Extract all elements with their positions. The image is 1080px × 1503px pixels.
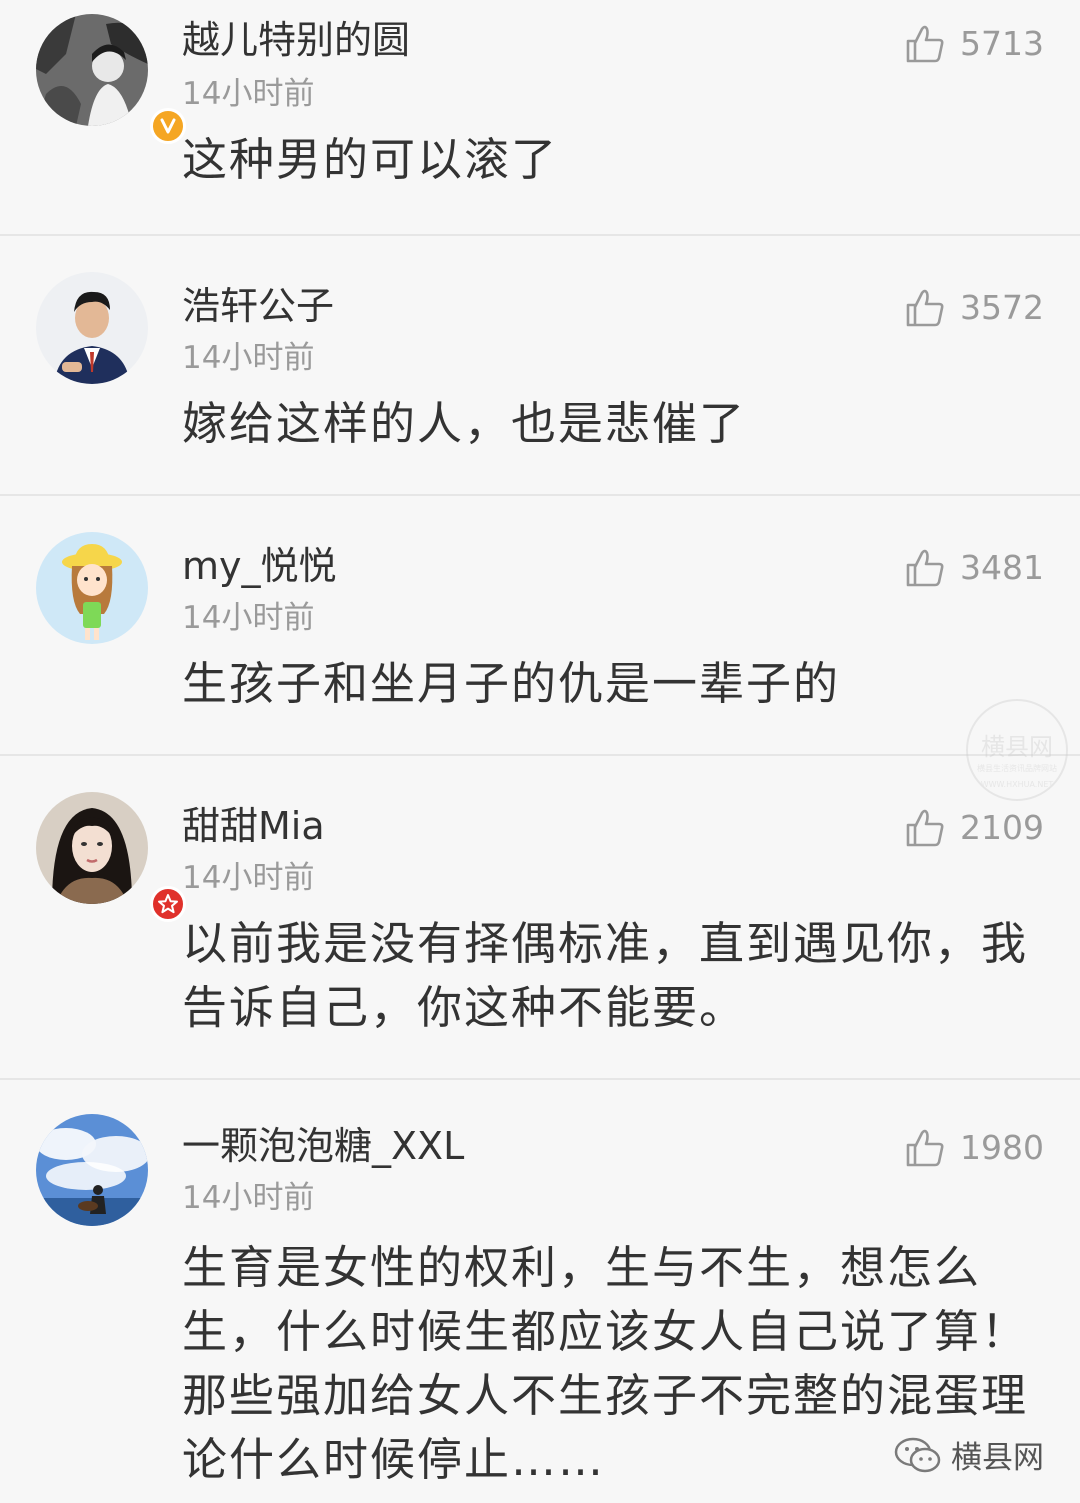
avatar-cartoon-icon [36,532,148,644]
like-button[interactable]: 5713 [904,18,1044,70]
like-count: 5713 [960,24,1044,63]
comment-time: 14小时前 [182,76,315,112]
comment-time: 14小时前 [182,860,315,896]
comment-item: my_悦悦 14小时前 3481 生孩子和坐月子的仇是一辈子的 [0,496,1080,756]
username[interactable]: my_悦悦 [182,540,337,592]
thumbs-up-icon [906,809,944,847]
username[interactable]: 浩轩公子 [182,280,334,332]
wechat-icon [894,1437,941,1472]
comment-text: 生孩子和坐月子的仇是一辈子的 [182,657,841,710]
avatar[interactable] [36,532,148,644]
comment-time: 14小时前 [182,600,315,636]
thumbs-up-icon [906,25,944,63]
stamp-url: WWW.HXHUA.NET [981,780,1054,789]
avatar[interactable] [36,14,186,144]
thumbs-up-icon [906,289,944,327]
username[interactable]: 一颗泡泡糖_XXL [182,1120,464,1172]
avatar-photo-icon [36,272,148,384]
username[interactable]: 甜甜Mia [182,800,325,852]
stamp-subtitle: 横县生活资讯品牌网站 [977,763,1057,773]
like-button[interactable]: 3572 [904,282,1044,334]
avatar-photo-icon [36,792,148,904]
comment-time: 14小时前 [182,340,315,376]
brand-name: 横县网 [951,1440,1044,1476]
avatar-photo-icon [36,14,148,126]
like-button[interactable]: 2109 [904,802,1044,854]
comment-item: 甜甜Mia 14小时前 2109 以前我是没有择偶标准，直到遇见你，我告诉自己，… [0,756,1080,1080]
watermark-stamp-icon: 横县网 横县生活资讯品牌网站 WWW.HXHUA.NET [966,699,1068,801]
comment-text: 这种男的可以滚了 [182,133,559,186]
comment-item: 浩轩公子 14小时前 3572 嫁给这样的人，也是悲催了 [0,236,1080,496]
comment-list: 越儿特别的圆 14小时前 5713 这种男的可以滚了 浩轩公子 14小时前 35… [0,0,1080,1503]
brand-watermark: 横县网 [893,1432,1044,1477]
comment-item: 越儿特别的圆 14小时前 5713 这种男的可以滚了 [0,0,1080,236]
like-button[interactable]: 1980 [904,1122,1044,1174]
star-badge-icon [150,886,186,922]
like-count: 1980 [960,1128,1044,1167]
like-count: 3481 [960,548,1044,587]
avatar-photo-icon [36,1114,148,1226]
like-button[interactable]: 3481 [904,542,1044,594]
avatar[interactable] [36,272,148,384]
stamp-title: 横县网 [981,733,1053,761]
like-count: 3572 [960,288,1044,327]
comment-text: 嫁给这样的人，也是悲催了 [182,397,747,450]
comment-time: 14小时前 [182,1180,315,1216]
avatar[interactable] [36,792,186,922]
username[interactable]: 越儿特别的圆 [182,14,410,66]
like-count: 2109 [960,808,1044,847]
verified-badge-icon [150,108,186,144]
thumbs-up-icon [906,1129,944,1167]
thumbs-up-icon [906,549,944,587]
comment-text: 以前我是没有择偶标准，直到遇见你，我告诉自己，你这种不能要。 [182,917,1029,1034]
avatar[interactable] [36,1114,148,1226]
